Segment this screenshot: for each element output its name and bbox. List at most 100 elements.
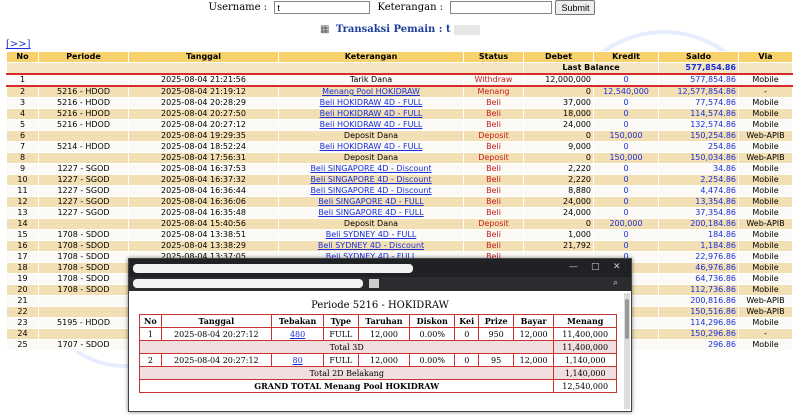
- cell-via: -: [738, 328, 793, 340]
- header-tanggal: Tanggal: [128, 51, 279, 63]
- cell-via: Mobile: [738, 229, 793, 241]
- cell-periode: 1227 - SGOD: [38, 196, 129, 208]
- submit-button[interactable]: Submit: [555, 0, 596, 15]
- popup-scrollbar[interactable]: [624, 293, 630, 409]
- detail-header-kei: Kei: [453, 314, 480, 328]
- cell-saldo: 150,254.86: [658, 130, 739, 142]
- detail-header-type: Type: [323, 314, 359, 328]
- cell-keterangan-link[interactable]: Beli SINGAPORE 4D - Discount: [278, 185, 464, 197]
- cell-periode: 5195 - HDOD: [38, 317, 129, 329]
- cell-no: 10: [6, 174, 39, 186]
- cell-status: Beli: [463, 141, 524, 153]
- page-title-text: Transaksi Pemain : t: [335, 24, 451, 35]
- cell-debet: 0: [523, 130, 594, 142]
- header-debet: Debet: [523, 51, 594, 63]
- cell-via: Mobile: [738, 251, 793, 263]
- cell-periode: 1227 - SGOD: [38, 163, 129, 175]
- cell-keterangan-link[interactable]: Beli SYDNEY 4D - FULL: [278, 229, 464, 241]
- cell-debet: 8,880: [523, 185, 594, 197]
- cell-debet: 0: [523, 85, 594, 98]
- detail-popup-window: — □ ✕ ⌕ Periode 5216 - HOKIDRAW No Tangg…: [128, 258, 632, 412]
- cell-saldo: 12,577,854.86: [658, 85, 739, 98]
- cell-status: Beli: [463, 119, 524, 131]
- cell-keterangan-link[interactable]: Beli HOKIDRAW 4D - FULL: [278, 141, 464, 153]
- grand-total-row: GRAND TOTAL Menang Pool HOKIDRAW 12,540,…: [138, 379, 617, 393]
- cell-via: Web-APIB: [738, 218, 793, 230]
- print-icon[interactable]: ▦: [320, 24, 329, 35]
- header-saldo: Saldo: [658, 51, 739, 63]
- cell-tanggal: 2025-08-04 13:38:29: [128, 240, 279, 252]
- next-page-link[interactable]: [>>]: [6, 39, 31, 50]
- grand-total-value: 12,540,000: [553, 379, 617, 393]
- cell-saldo: 77,574.86: [658, 97, 739, 109]
- cell-keterangan-link[interactable]: Beli SINGAPORE 4D - FULL: [278, 196, 464, 208]
- cell-kredit: 0: [593, 73, 659, 87]
- cell-periode: [38, 218, 129, 230]
- cell-periode: 1227 - SGOD: [38, 207, 129, 219]
- cell-periode: 1227 - SGOD: [38, 174, 129, 186]
- cell-tanggal: 2025-08-04 13:38:51: [128, 229, 279, 241]
- cell-keterangan-link[interactable]: Beli HOKIDRAW 4D - FULL: [278, 119, 464, 131]
- cell-via: -: [738, 85, 793, 98]
- zoom-icon[interactable]: ⌕: [613, 278, 618, 288]
- detail-header-menang: Menang: [553, 314, 617, 328]
- detail-header-diskon: Diskon: [409, 314, 455, 328]
- minimize-icon[interactable]: —: [569, 262, 578, 272]
- keterangan-input[interactable]: [450, 1, 553, 14]
- cell-status: Beli: [463, 108, 524, 120]
- cell-kredit: 0: [593, 174, 659, 186]
- cell-kredit: 0: [593, 97, 659, 109]
- cell-saldo: 150,516.86: [658, 306, 739, 318]
- cell-no: 9: [6, 163, 39, 175]
- cell-periode: [38, 73, 129, 87]
- cell-no: 12: [6, 196, 39, 208]
- cell-status: Beli: [463, 185, 524, 197]
- cell-tanggal: 2025-08-04 21:21:56: [128, 73, 279, 87]
- cell-no: 5: [6, 119, 39, 131]
- cell-via: Mobile: [738, 174, 793, 186]
- popup-address-bar: ⌕: [129, 277, 631, 291]
- cell-debet: 12,000,000: [523, 73, 594, 87]
- cell-status: Beli: [463, 97, 524, 109]
- detail-tebakan-link[interactable]: 80: [270, 353, 325, 367]
- cell-via: Mobile: [738, 141, 793, 153]
- cell-debet: 21,792: [523, 240, 594, 252]
- cell-keterangan: Tarik Dana: [278, 73, 464, 87]
- cell-periode: 5214 - HDOD: [38, 141, 129, 153]
- detail-bayar: 12,000: [512, 327, 555, 341]
- close-icon[interactable]: ✕: [613, 262, 621, 272]
- cell-saldo: 13,354.86: [658, 196, 739, 208]
- cell-kredit: 0: [593, 240, 659, 252]
- header-via: Via: [738, 51, 793, 63]
- header-periode: Periode: [38, 51, 129, 63]
- cell-keterangan-link[interactable]: Beli SINGAPORE 4D - Discount: [278, 163, 464, 175]
- detail-row: 1 2025-08-04 20:27:12 480 FULL 12,000 0.…: [139, 327, 617, 341]
- cell-no: 11: [6, 185, 39, 197]
- cell-keterangan-link[interactable]: Beli HOKIDRAW 4D - FULL: [278, 97, 464, 109]
- cell-via: Mobile: [738, 317, 793, 329]
- cell-tanggal: 2025-08-04 19:29:35: [128, 130, 279, 142]
- scrollbar-thumb[interactable]: [625, 299, 629, 339]
- username-label: Username :: [208, 2, 268, 13]
- cell-keterangan-link[interactable]: Beli SINGAPORE 4D - Discount: [278, 174, 464, 186]
- cell-periode: 1707 - SDOD: [38, 339, 129, 351]
- cell-saldo: 114,574.86: [658, 108, 739, 120]
- detail-diskon: 0.00%: [409, 327, 455, 341]
- table-row: 4 5216 - HDOD 2025-08-04 20:27:50 Beli HOKI…: [6, 108, 793, 120]
- table-row: 14 2025-08-04 15:40:56 Deposit Dana Deposit…: [6, 218, 793, 230]
- detail-prize: 950: [478, 327, 514, 341]
- cell-no: 7: [6, 141, 39, 153]
- cell-keterangan-link[interactable]: Beli SYDNEY 4D - Discount: [278, 240, 464, 252]
- cell-status: Deposit: [463, 130, 524, 142]
- cell-keterangan-link[interactable]: Beli HOKIDRAW 4D - FULL: [278, 108, 464, 120]
- detail-header-prize: Prize: [478, 314, 514, 328]
- cell-keterangan-link[interactable]: Beli SINGAPORE 4D - FULL: [278, 207, 464, 219]
- detail-tebakan-link[interactable]: 480: [270, 327, 325, 341]
- maximize-icon[interactable]: □: [591, 262, 600, 272]
- cell-keterangan-link[interactable]: Menang Pool HOKIDRAW: [278, 85, 464, 98]
- cell-status: Beli: [463, 163, 524, 175]
- cell-tanggal: 2025-08-04 21:19:12: [128, 85, 279, 98]
- detail-tanggal: 2025-08-04 20:27:12: [160, 327, 272, 341]
- username-input[interactable]: [274, 1, 371, 14]
- cell-kredit: 0: [593, 163, 659, 175]
